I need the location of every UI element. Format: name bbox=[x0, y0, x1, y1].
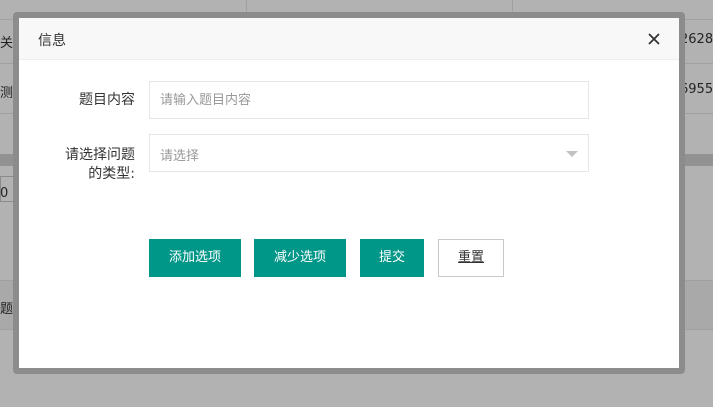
submit-button[interactable]: 提交 bbox=[360, 239, 424, 277]
question-type-select[interactable]: 请选择 bbox=[149, 134, 589, 172]
caret-down-icon bbox=[566, 151, 578, 157]
question-input[interactable] bbox=[149, 81, 589, 119]
dialog-title: 信息 bbox=[38, 33, 66, 49]
reset-button[interactable]: 重置 bbox=[438, 239, 504, 277]
remove-option-button[interactable]: 减少选项 bbox=[254, 239, 346, 277]
select-placeholder: 请选择 bbox=[160, 149, 200, 164]
question-label: 题目内容 bbox=[79, 92, 135, 108]
info-dialog: 信息 题目内容 请选择问题 的类型: 请选择 添加选项 减少选项 提交 重置 bbox=[19, 18, 679, 368]
question-type-label-line1: 请选择问题 bbox=[65, 147, 135, 163]
dialog-header: 信息 bbox=[19, 18, 679, 60]
add-option-button[interactable]: 添加选项 bbox=[149, 239, 241, 277]
question-type-label-line2: 的类型: bbox=[88, 166, 135, 182]
close-icon[interactable] bbox=[645, 30, 663, 48]
reset-label: 重置 bbox=[457, 250, 484, 265]
